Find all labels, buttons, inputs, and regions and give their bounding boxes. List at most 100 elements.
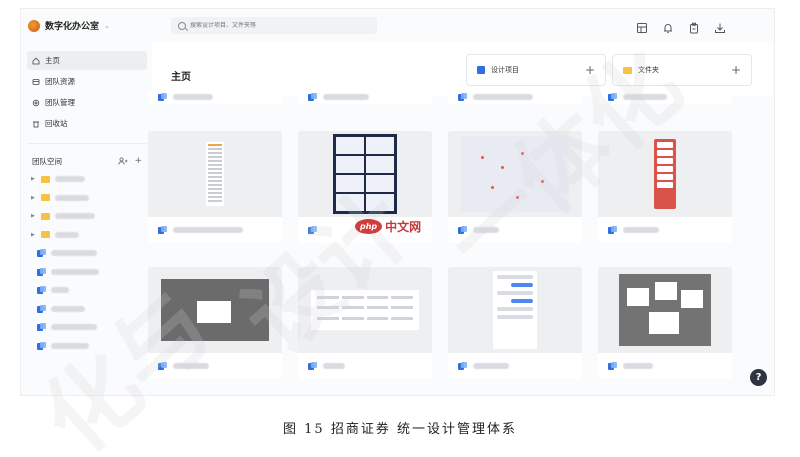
download-icon[interactable] xyxy=(714,19,726,33)
project-icon xyxy=(608,226,617,234)
project-card-partial[interactable] xyxy=(298,90,432,104)
team-project-item[interactable] xyxy=(27,281,147,300)
sidebar: 主页 团队资源 团队管理 回收站 团队空间 + ▶ ▶ ▶ ▶ xyxy=(21,43,153,395)
add-project-icon[interactable]: + xyxy=(585,63,595,77)
add-folder-icon[interactable]: + xyxy=(731,63,741,77)
redacted-label xyxy=(51,268,99,275)
search-box[interactable] xyxy=(171,17,377,34)
bell-icon[interactable] xyxy=(662,19,674,34)
redacted-label xyxy=(473,94,533,100)
create-folder-card[interactable]: 文件夹 + xyxy=(612,54,752,86)
project-card[interactable] xyxy=(598,131,732,243)
project-icon xyxy=(458,226,467,234)
team-folder-item[interactable]: ▶ xyxy=(27,226,147,245)
project-card[interactable] xyxy=(148,131,282,243)
caret-right-icon[interactable]: ▶ xyxy=(31,213,36,219)
team-folder-item[interactable]: ▶ xyxy=(27,207,147,226)
redacted-label xyxy=(51,305,85,312)
sidebar-item-label: 回收站 xyxy=(45,119,68,128)
project-thumbnail xyxy=(598,131,732,217)
project-card-partial[interactable] xyxy=(598,90,732,104)
resource-icon xyxy=(32,78,40,85)
redacted-label xyxy=(51,342,89,349)
redacted-label xyxy=(55,194,89,201)
redacted-label xyxy=(473,227,499,233)
team-project-item[interactable] xyxy=(27,244,147,263)
redacted-label xyxy=(173,227,243,233)
trash-icon xyxy=(33,121,39,127)
add-member-icon[interactable] xyxy=(118,157,128,165)
top-bar: 数字化办公室 ⌄ xyxy=(21,9,774,43)
redacted-label xyxy=(623,94,667,100)
sidebar-item-team-management[interactable]: 团队管理 xyxy=(27,93,147,112)
project-thumbnail xyxy=(148,131,282,217)
project-card[interactable] xyxy=(598,267,732,379)
team-folder-item[interactable]: ▶ xyxy=(27,189,147,208)
redacted-label xyxy=(51,250,97,257)
project-icon xyxy=(477,66,485,74)
team-project-item[interactable] xyxy=(27,300,147,319)
project-thumbnail xyxy=(298,131,432,217)
sidebar-item-label: 团队管理 xyxy=(45,98,75,107)
site-watermark: php 中文网 xyxy=(355,218,421,235)
project-icon xyxy=(37,267,46,276)
project-icon xyxy=(458,93,467,101)
project-card[interactable] xyxy=(448,267,582,379)
team-project-item[interactable] xyxy=(27,337,147,356)
layout-icon[interactable] xyxy=(636,19,648,33)
project-thumbnail xyxy=(448,267,582,353)
php-logo: php xyxy=(355,219,383,234)
project-card[interactable] xyxy=(148,267,282,379)
workspace-name: 数字化办公室 xyxy=(45,22,100,32)
workspace-logo xyxy=(28,19,40,32)
folder-icon xyxy=(41,194,50,202)
main-header: 主页 设计项目 + 文件夹 + xyxy=(152,42,773,96)
project-thumbnail xyxy=(448,131,582,217)
project-grid xyxy=(148,131,732,379)
search-icon xyxy=(178,21,186,30)
create-project-card[interactable]: 设计项目 + xyxy=(466,54,606,86)
team-project-item[interactable] xyxy=(27,318,147,337)
figure-caption: 图 15 招商证券 统一设计管理体系 xyxy=(283,422,517,437)
project-card-partial[interactable] xyxy=(448,90,582,104)
team-project-item[interactable] xyxy=(27,263,147,282)
project-icon xyxy=(308,93,317,101)
sidebar-item-home[interactable]: 主页 xyxy=(27,51,147,70)
folder-icon xyxy=(41,175,50,183)
redacted-label xyxy=(51,324,97,331)
project-card-partial[interactable] xyxy=(148,90,282,104)
caret-right-icon[interactable]: ▶ xyxy=(31,176,36,182)
project-icon xyxy=(37,341,46,350)
chevron-down-icon: ⌄ xyxy=(104,21,110,30)
redacted-label xyxy=(173,363,209,369)
create-project-label: 设计项目 xyxy=(491,66,519,74)
redacted-label xyxy=(323,94,369,100)
project-icon xyxy=(37,249,46,258)
project-thumbnail xyxy=(148,267,282,353)
workspace-switcher[interactable]: 数字化办公室 ⌄ xyxy=(28,19,110,32)
folder-icon xyxy=(41,231,50,239)
add-team-item-button[interactable]: + xyxy=(134,156,142,166)
redacted-label xyxy=(51,287,69,294)
project-card[interactable] xyxy=(298,267,432,379)
top-toolbar xyxy=(636,19,726,34)
team-space-header: 团队空间 + xyxy=(27,152,147,170)
clipboard-icon[interactable] xyxy=(688,19,700,34)
project-icon xyxy=(608,93,617,101)
search-input[interactable] xyxy=(190,22,370,29)
sidebar-item-label: 团队资源 xyxy=(45,77,75,86)
team-folder-item[interactable]: ▶ xyxy=(27,170,147,189)
project-card[interactable] xyxy=(448,131,582,243)
redacted-label xyxy=(55,231,79,238)
help-button[interactable]: ? xyxy=(750,369,767,386)
caret-right-icon[interactable]: ▶ xyxy=(31,195,36,201)
sidebar-item-trash[interactable]: 回收站 xyxy=(27,114,147,133)
project-thumbnail xyxy=(298,267,432,353)
project-icon xyxy=(37,323,46,332)
caret-right-icon[interactable]: ▶ xyxy=(31,232,36,238)
redacted-label xyxy=(623,227,659,233)
php-text: 中文网 xyxy=(385,220,422,234)
redacted-label xyxy=(55,213,95,220)
team-space-label: 团队空间 xyxy=(32,156,62,166)
sidebar-item-resources[interactable]: 团队资源 xyxy=(27,72,147,91)
